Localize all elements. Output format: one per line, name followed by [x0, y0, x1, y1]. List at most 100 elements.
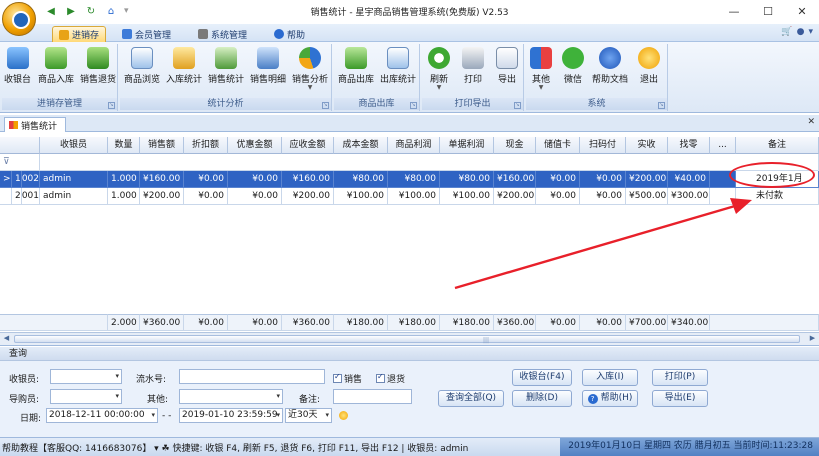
cell-cost: ¥80.00 — [334, 171, 388, 188]
cell-scan: ¥0.00 — [580, 188, 626, 205]
scroll-right-icon[interactable]: ▶ — [807, 334, 818, 344]
printer-icon — [462, 47, 484, 69]
column-header[interactable]: 应收金额 — [282, 137, 334, 154]
chevron-down-icon: ▾ — [276, 411, 280, 419]
tab-members[interactable]: 会员管理 — [116, 26, 177, 42]
exit-button[interactable]: 退出 — [638, 47, 660, 85]
refresh-icon — [428, 47, 450, 69]
cart-icon[interactable]: 🛒 — [781, 27, 792, 37]
cell-sales: ¥200.00 — [140, 188, 184, 205]
help-h-button[interactable]: ? 帮助(H) — [582, 390, 638, 407]
close-button[interactable]: ✕ — [785, 0, 819, 22]
column-header[interactable]: 成本金额 — [334, 137, 388, 154]
group-launcher-icon[interactable]: ↘ — [410, 102, 417, 109]
product-browse-button[interactable]: 商品浏览 — [124, 47, 160, 85]
total-qty: 2.000 — [108, 314, 140, 331]
close-icon[interactable]: ✕ — [807, 117, 815, 127]
print-button[interactable]: 打印 — [462, 47, 484, 85]
group-system: 其他 ▼ 微信 帮助文档 退出 系统 ↘ — [526, 44, 668, 111]
inventory-icon — [59, 29, 69, 40]
column-header[interactable]: 数量 — [108, 137, 140, 154]
export-e-button[interactable]: 导出(E) — [652, 390, 708, 407]
stock-in-stats-icon — [173, 47, 195, 69]
sales-detail-button[interactable]: 销售明细 — [250, 47, 286, 85]
ribbon-options-icon[interactable]: ▾ — [808, 27, 813, 37]
guide-select[interactable]: ▾ — [50, 389, 122, 404]
column-header[interactable]: 商品利润 — [388, 137, 440, 154]
column-header[interactable]: 销售额 — [140, 137, 184, 154]
status-help-text[interactable]: 帮助教程【客服QQ: 1416683076】 ▾ ☘ 快捷键: 收银 F4, 刷… — [2, 441, 468, 454]
filter-icon[interactable]: ⊽ — [0, 154, 40, 171]
stock-out-button[interactable]: 商品出库 — [338, 47, 374, 85]
help-docs-button[interactable]: 帮助文档 — [592, 47, 628, 85]
register-button[interactable]: 收银台 — [4, 47, 31, 85]
tab-help[interactable]: 帮助 — [268, 26, 311, 42]
note-input[interactable] — [333, 389, 412, 404]
register-f4-button[interactable]: 收银台(F4) — [512, 369, 572, 386]
column-header[interactable]: 折扣额 — [184, 137, 228, 154]
group-launcher-icon[interactable]: ↘ — [514, 102, 521, 109]
cell-sales: ¥160.00 — [140, 171, 184, 188]
doc-tab-sales-stats[interactable]: 销售统计 — [4, 117, 67, 132]
total-order-profit: ¥180.00 — [440, 314, 494, 331]
total-discount: ¥0.00 — [184, 314, 228, 331]
cell-discount: ¥0.00 — [184, 171, 228, 188]
maximize-button[interactable]: ☐ — [751, 0, 785, 22]
filter-row: ⊽ — [0, 154, 819, 171]
table-row[interactable]: > 1 0002 admin 1.000 ¥160.00 ¥0.00 ¥0.00… — [0, 171, 819, 188]
tab-inventory[interactable]: 进销存 — [52, 26, 107, 42]
delete-button[interactable]: 删除(D) — [512, 390, 572, 407]
wechat-button[interactable]: 微信 — [562, 47, 584, 85]
minimize-button[interactable]: — — [717, 0, 751, 22]
stock-in-stats-button[interactable]: 入库统计 — [166, 47, 202, 85]
column-header[interactable]: 收银员 — [40, 137, 108, 154]
return-checkbox[interactable]: 退货 — [376, 372, 405, 385]
app-menu-button[interactable] — [2, 2, 36, 36]
column-header[interactable]: 扫码付 — [580, 137, 626, 154]
column-header[interactable]: 找零 — [668, 137, 710, 154]
query-all-button[interactable]: 查询全部(Q) — [438, 390, 504, 407]
stock-in-i-button[interactable]: 入库(I) — [582, 369, 638, 386]
export-button[interactable]: 导出 — [496, 47, 518, 85]
sun-icon[interactable] — [339, 411, 348, 420]
filter-cells[interactable] — [40, 154, 819, 171]
group-label: 系统 — [526, 98, 667, 110]
serial-input[interactable] — [179, 369, 325, 384]
sales-checkbox[interactable]: 销售 — [333, 372, 362, 385]
other-button[interactable]: 其他 ▼ — [530, 47, 552, 91]
group-launcher-icon[interactable]: ↘ — [322, 102, 329, 109]
scrollbar-thumb[interactable]: ||| — [14, 335, 800, 344]
group-launcher-icon[interactable]: ↘ — [108, 102, 115, 109]
scroll-left-icon[interactable]: ◀ — [1, 334, 12, 344]
stock-out-stats-button[interactable]: 出库统计 — [380, 47, 416, 85]
refresh-button[interactable]: 刷新 ▼ — [428, 47, 450, 91]
sales-analysis-button[interactable]: 销售分析 ▼ — [292, 47, 328, 91]
print-p-button[interactable]: 打印(P) — [652, 369, 708, 386]
sales-return-button[interactable]: 销售退货 — [80, 47, 116, 85]
date-from-input[interactable]: 2018-12-11 00:00:00 ▾ — [46, 408, 158, 423]
help-circle-icon[interactable]: ● — [797, 27, 805, 37]
total-sales: ¥360.00 — [140, 314, 184, 331]
column-header[interactable]: 实收 — [626, 137, 668, 154]
cell-paid: ¥500.00 — [626, 188, 668, 205]
date-range-select[interactable]: 近30天 ▾ — [285, 408, 332, 423]
column-header[interactable]: 储值卡 — [536, 137, 580, 154]
query-panel: 查询 收银员: ▾ 导购员: ▾ 日期: 2018-12-11 00:00:00… — [0, 347, 819, 437]
stock-in-button[interactable]: 商品入库 — [38, 47, 74, 85]
column-header[interactable]: 现金 — [494, 137, 536, 154]
group-launcher-icon[interactable]: ↘ — [658, 102, 665, 109]
column-header[interactable]: 优惠金额 — [228, 137, 282, 154]
members-icon — [122, 29, 132, 39]
horizontal-scrollbar[interactable]: ◀ ||| ▶ — [0, 332, 819, 345]
date-to-input[interactable]: 2019-01-10 23:59:59 ▾ — [179, 408, 283, 423]
grid-apps-icon — [530, 47, 552, 69]
tab-system[interactable]: 系统管理 — [192, 26, 253, 42]
column-header[interactable]: 备注 — [736, 137, 819, 154]
sales-return-icon — [87, 47, 109, 69]
sales-stats-button[interactable]: 销售统计 — [208, 47, 244, 85]
column-header[interactable]: ... — [710, 137, 736, 154]
table-row[interactable]: 2 0001 admin 1.000 ¥200.00 ¥0.00 ¥0.00 ¥… — [0, 188, 819, 205]
cashier-select[interactable]: ▾ — [50, 369, 122, 384]
column-header[interactable]: 单据利润 — [440, 137, 494, 154]
other-select[interactable]: ▾ — [179, 389, 283, 404]
